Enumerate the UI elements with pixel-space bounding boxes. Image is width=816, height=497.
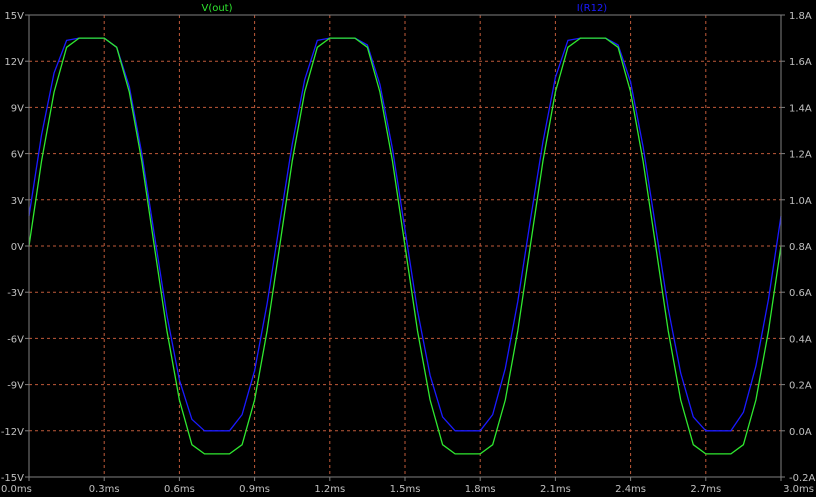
y-right-tick-label: -0.2A [789, 473, 816, 484]
y-right-tick-label: 0.6A [789, 288, 812, 299]
y-left-tick-label: -12V [1, 427, 24, 438]
y-right-tick-label: 1.6A [789, 57, 812, 68]
x-tick-label: 0.3ms [89, 484, 120, 495]
x-tick-label: 3.0ms [783, 484, 814, 495]
y-left-tick-label: -6V [7, 334, 24, 345]
y-right-tick-label: 1.8A [789, 11, 812, 22]
y-right-tick-label: 1.0A [789, 196, 812, 207]
x-tick-label: 1.8ms [465, 484, 496, 495]
y-left-tick-label: 12V [4, 57, 24, 68]
x-tick-label: 2.4ms [615, 484, 646, 495]
y-right-tick-label: 1.4A [789, 103, 812, 114]
y-left-tick-label: 3V [11, 196, 24, 207]
legend-i-r12[interactable]: I(R12) [577, 3, 608, 14]
y-right-tick-label: 0.0A [789, 427, 812, 438]
x-tick-label: 1.2ms [314, 484, 345, 495]
y-left-tick-label: -3V [7, 288, 24, 299]
x-tick-label: 2.1ms [540, 484, 571, 495]
y-left-tick-label: 6V [11, 150, 24, 161]
x-tick-label: 2.7ms [690, 484, 721, 495]
x-tick-label: 1.5ms [390, 484, 421, 495]
y-left-tick-label: 9V [11, 103, 24, 114]
y-right-tick-label: 0.8A [789, 242, 812, 253]
y-left-tick-label: -9V [7, 381, 24, 392]
y-right-tick-label: 1.2A [789, 150, 812, 161]
y-right-tick-label: 0.2A [789, 381, 812, 392]
x-tick-label: 0.0ms [1, 484, 32, 495]
waveform-plot: 0.0ms 0.3ms 0.6ms 0.9ms 1.2ms 1.5ms 1.8ms 2.1ms… [0, 0, 816, 497]
y-right-tick-label: 0.4A [789, 334, 812, 345]
legend-v-out[interactable]: V(out) [201, 3, 232, 14]
y-left-tick-label: -15V [1, 473, 24, 484]
x-tick-label: 0.6ms [164, 484, 195, 495]
y-left-tick-label: 15V [4, 11, 24, 22]
x-tick-label: 0.9ms [239, 484, 270, 495]
y-left-tick-label: 0V [11, 242, 24, 253]
